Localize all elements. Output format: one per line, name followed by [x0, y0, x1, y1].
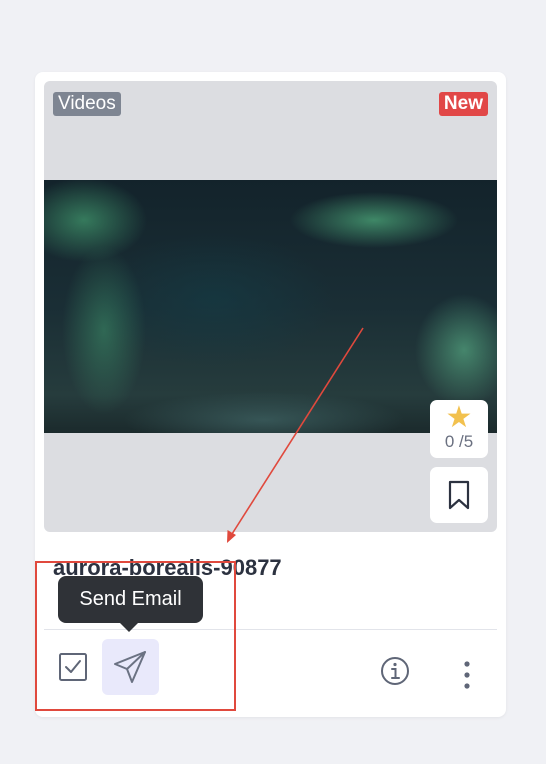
info-icon: [381, 657, 409, 685]
star-icon: ★: [445, 401, 473, 434]
more-options-button[interactable]: [455, 656, 479, 692]
new-badge: New: [438, 92, 488, 116]
more-vertical-icon: [464, 661, 470, 689]
bookmark-button[interactable]: [430, 467, 488, 523]
rating-widget[interactable]: ★ 0 /5: [430, 400, 488, 458]
info-button[interactable]: [377, 654, 413, 690]
media-preview[interactable]: Videos New ★ 0 /5: [44, 81, 497, 532]
video-thumbnail[interactable]: [44, 180, 497, 433]
annotation-highlight-box: [35, 561, 236, 711]
rating-value: 0 /5: [444, 432, 474, 451]
category-badge: Videos: [53, 92, 121, 116]
bookmark-icon: [448, 480, 470, 510]
